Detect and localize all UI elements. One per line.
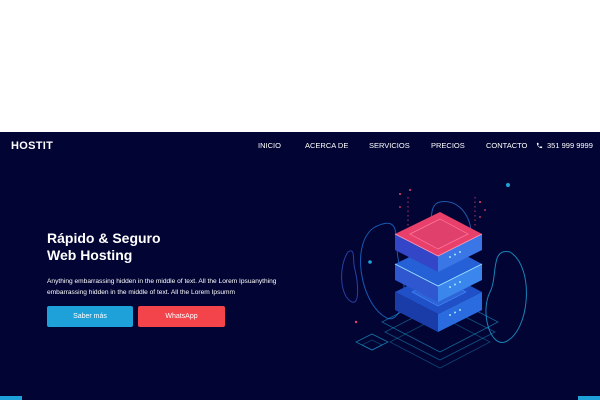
saber-mas-button[interactable]: Saber más: [47, 306, 133, 327]
nav-item-acerca-de[interactable]: ACERCA DE: [305, 141, 348, 150]
nav-item-contacto[interactable]: CONTACTO: [486, 141, 527, 150]
nav-menu: INICIO ACERCA DE SERVICIOS PRECIOS CONTA…: [0, 141, 600, 153]
left-edge-accent: [0, 396, 22, 400]
hero-title: Rápido & Seguro Web Hosting: [47, 230, 247, 264]
navbar: HOSTIT INICIO ACERCA DE SERVICIOS PRECIO…: [0, 132, 600, 160]
hero-section: HOSTIT INICIO ACERCA DE SERVICIOS PRECIO…: [0, 132, 600, 400]
right-edge-accent: [578, 396, 600, 400]
phone-number: 351 999 9999: [547, 141, 593, 150]
top-blank-area: [0, 0, 600, 132]
hero-title-line-2: Web Hosting: [47, 247, 133, 263]
server-illustration: [341, 183, 527, 369]
nav-item-inicio[interactable]: INICIO: [258, 141, 281, 150]
nav-item-servicios[interactable]: SERVICIOS: [369, 141, 410, 150]
phone-icon: [536, 142, 543, 149]
whatsapp-button[interactable]: WhatsApp: [138, 306, 225, 327]
phone-contact[interactable]: 351 999 9999: [536, 141, 593, 150]
hero-title-line-1: Rápido & Seguro: [47, 230, 161, 246]
nav-item-precios[interactable]: PRECIOS: [431, 141, 465, 150]
hero-description: Anything embarrassing hidden in the midd…: [47, 278, 277, 296]
